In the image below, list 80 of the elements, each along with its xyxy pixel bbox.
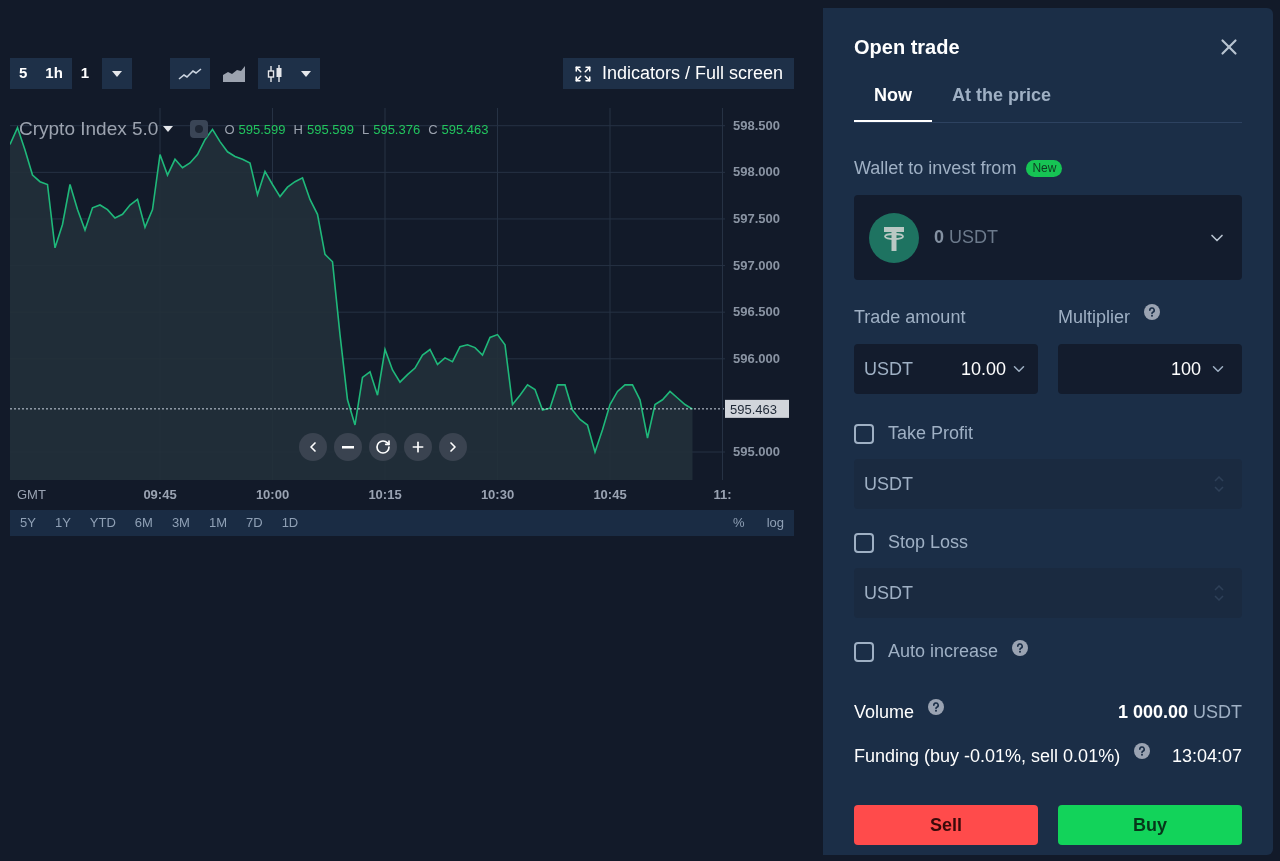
volume-value: 1 000.00 USDT (1117, 701, 1242, 724)
interval-button[interactable]: 5 (10, 58, 37, 89)
wallet-balance: 0 USDT (934, 226, 1000, 249)
time-axis-label: 10:45 (593, 487, 627, 502)
help-icon[interactable] (1134, 743, 1151, 759)
symbol-name[interactable]: Crypto Index 5.0 (19, 115, 159, 144)
line-chart-icon (178, 66, 203, 81)
tether-coin-icon (869, 212, 919, 263)
buy-button[interactable]: Buy (1058, 805, 1242, 845)
ohlc-label: H (293, 120, 303, 139)
checkbox[interactable] (854, 532, 874, 553)
tab[interactable]: At the price (932, 82, 1072, 122)
candlestick-icon (266, 63, 285, 84)
panel-title: Open trade (854, 35, 960, 60)
funding-label: Funding (buy -0.01%, sell 0.01%) (854, 745, 1121, 768)
range-button[interactable]: 6M (134, 513, 153, 533)
interval-button[interactable]: 1h (36, 58, 72, 89)
price-axis-label: 596.000 (733, 350, 780, 366)
checkbox[interactable] (854, 423, 874, 444)
checkbox[interactable] (854, 641, 874, 662)
help-icon[interactable] (1144, 304, 1161, 320)
checkbox-label: Auto increase (888, 640, 999, 663)
fullscreen-icon (573, 64, 592, 83)
ohlc-value: 595.463 (441, 120, 489, 139)
scale-option[interactable]: log (766, 513, 784, 533)
field-label: Trade amount (854, 306, 967, 329)
minus-icon (342, 445, 354, 449)
wallet-select[interactable]: 0 USDT (854, 195, 1242, 280)
ohlc-value: 595.599 (306, 120, 354, 139)
price-axis-label: 597.500 (733, 210, 780, 226)
interval-dropdown[interactable] (102, 58, 133, 89)
area-chart-icon (222, 64, 247, 83)
time-axis-label: 10:30 (480, 487, 515, 502)
multiplier-select[interactable]: 100 (1058, 344, 1242, 394)
scale-option[interactable]: % (733, 513, 745, 533)
time-zone-label: GMT (17, 487, 46, 502)
price-axis-label: 596.500 (733, 304, 780, 320)
checkbox-label: Stop Loss (888, 531, 969, 554)
ohlc-value: 595.376 (373, 120, 421, 139)
ohlc-label: L (361, 120, 370, 139)
price-axis-label: 597.000 (733, 257, 780, 273)
time-axis-label: 09:45 (143, 487, 177, 502)
range-button[interactable]: 5Y (20, 513, 36, 533)
trade-amount-field[interactable]: USDT 10.00 (854, 344, 1038, 394)
new-badge: New (1026, 160, 1063, 177)
chart-type-button[interactable] (170, 58, 211, 89)
range-button[interactable]: 3M (171, 513, 190, 533)
caret-icon (111, 69, 124, 78)
price-axis-label: 598.000 (733, 164, 780, 180)
current-price-tag: 595.463 (725, 399, 789, 418)
interval-button[interactable]: 1 (71, 58, 99, 89)
indicators-button[interactable]: Indicators / Full screen (562, 58, 794, 89)
volume-label: Volume (854, 701, 915, 724)
plus-icon (410, 439, 426, 455)
caret-icon (300, 69, 313, 78)
time-axis-label: 11: (713, 487, 732, 502)
time-axis-label: 10:00 (255, 487, 290, 502)
help-icon[interactable] (1012, 639, 1029, 656)
field-label: Wallet to invest from (854, 157, 1017, 180)
time-axis-label: 10:15 (368, 487, 402, 502)
rotate-icon (375, 439, 391, 455)
range-button[interactable]: YTD (89, 513, 116, 533)
sell-button[interactable]: Sell (854, 805, 1038, 845)
ref-line-label: 595.463 (730, 401, 777, 417)
ohlc-label: C (428, 120, 438, 139)
field-label: Multiplier (1058, 306, 1131, 329)
checkbox-label: Take Profit (888, 422, 974, 445)
range-button[interactable]: 1Y (54, 513, 71, 533)
range-button[interactable]: 7D (246, 513, 263, 533)
tab[interactable]: Now (854, 82, 932, 122)
chart-type-button[interactable] (258, 58, 321, 89)
ohlc-label: O (224, 120, 235, 139)
range-button[interactable]: 1M (208, 513, 227, 533)
funding-time: 13:04:07 (1171, 745, 1242, 768)
help-icon[interactable] (928, 699, 945, 715)
caret-icon (162, 125, 175, 134)
ohlc-value: 595.599 (238, 120, 286, 139)
price-axis-label: 598.500 (733, 117, 780, 133)
price-axis-label: 595.000 (733, 444, 780, 460)
range-button[interactable]: 1D (281, 513, 299, 533)
